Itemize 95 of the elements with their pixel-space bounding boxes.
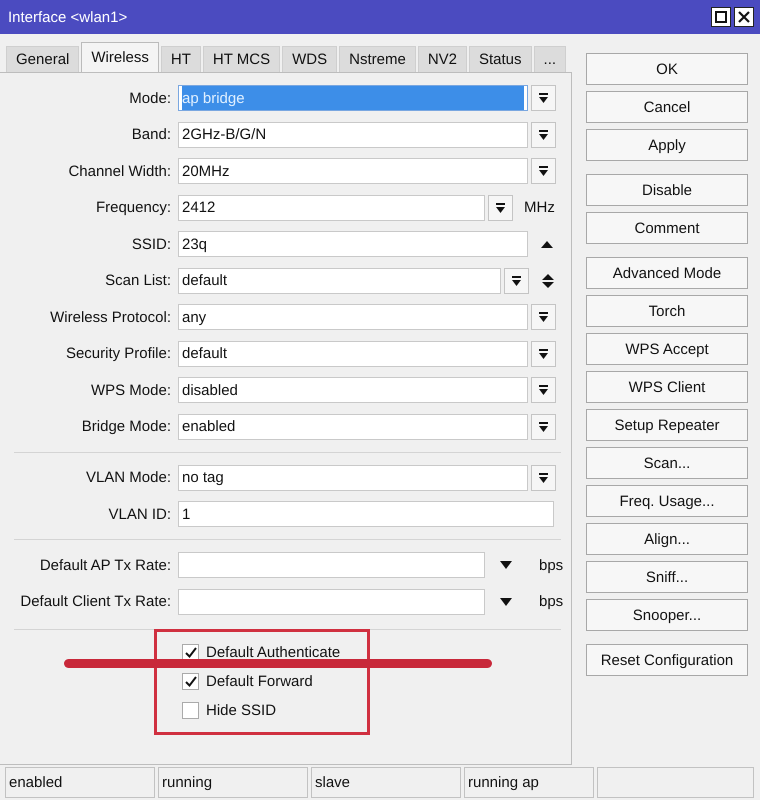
input-field[interactable] (178, 552, 485, 578)
dialog-button[interactable]: Disable (586, 174, 748, 206)
input-field[interactable]: any (178, 304, 528, 330)
dialog-button[interactable]: Advanced Mode (586, 257, 748, 289)
tab[interactable]: ... (534, 46, 566, 72)
close-button[interactable] (734, 7, 754, 27)
up-arrow-icon[interactable] (541, 240, 553, 248)
dropdown-button[interactable] (488, 194, 513, 220)
dialog-button[interactable]: Freq. Usage... (586, 485, 748, 517)
status-cell: running ap (464, 767, 594, 798)
field-label: VLAN Mode: (84, 469, 172, 486)
status-cell: running (158, 767, 308, 798)
field-label: Mode: (128, 90, 172, 106)
check-icon (184, 676, 196, 687)
dropdown-icon[interactable] (500, 561, 512, 569)
input-field[interactable]: 1 (178, 501, 554, 527)
close-icon (738, 11, 750, 23)
field-label: Default Client Tx Rate: (19, 593, 172, 610)
tab[interactable]: Wireless (81, 42, 159, 72)
field-label: Security Profile: (64, 345, 172, 362)
up-down-arrows-icon[interactable] (542, 272, 554, 288)
dropdown-icon (538, 420, 549, 432)
input-field[interactable]: disabled (178, 377, 528, 403)
dropdown-button[interactable] (531, 158, 556, 184)
checkbox[interactable] (182, 702, 199, 719)
unit-label: bps (539, 556, 564, 574)
field-label: Scan List: (104, 272, 172, 289)
dropdown-button[interactable] (531, 85, 556, 111)
tab[interactable]: NV2 (418, 46, 467, 72)
dialog-button[interactable]: WPS Client (586, 371, 748, 403)
dialog-button[interactable]: Comment (586, 212, 748, 244)
tab[interactable]: Nstreme (339, 46, 416, 72)
field-label: VLAN ID: (107, 506, 172, 522)
tab[interactable]: HT MCS (202, 46, 280, 72)
dialog-button[interactable]: Torch (586, 295, 748, 327)
tab[interactable]: General (6, 46, 80, 72)
dropdown-icon (538, 384, 549, 396)
dropdown-button[interactable] (531, 464, 556, 490)
check-icon (184, 647, 196, 658)
dropdown-button[interactable] (531, 340, 556, 366)
dropdown-icon (495, 202, 506, 214)
dialog-button[interactable]: Sniff... (586, 561, 748, 593)
checkbox-label: Default Forward (206, 673, 313, 690)
checkbox[interactable] (182, 673, 199, 690)
input-field[interactable] (178, 588, 485, 614)
tab[interactable]: WDS (282, 46, 338, 72)
field-label: Bridge Mode: (80, 418, 172, 435)
dropdown-button[interactable] (531, 304, 556, 330)
dialog-button[interactable]: OK (586, 53, 748, 85)
dialog-button[interactable]: Apply (586, 129, 748, 161)
dropdown-icon (538, 348, 549, 360)
field-label: WPS Mode: (90, 382, 172, 398)
dropdown-button[interactable] (531, 414, 556, 440)
dialog-button[interactable]: WPS Accept (586, 333, 748, 365)
tab[interactable]: Status (469, 46, 532, 72)
dialog-button[interactable]: Scan... (586, 447, 748, 479)
maximize-button[interactable] (711, 7, 731, 27)
tab[interactable]: HT (160, 46, 201, 72)
status-cell: slave (311, 767, 461, 798)
field-label: Channel Width: (67, 162, 172, 180)
input-field[interactable]: enabled (178, 414, 528, 440)
field-label: Band: (130, 126, 172, 143)
dropdown-icon (538, 311, 549, 323)
input-field[interactable]: no tag (178, 464, 528, 490)
dropdown-icon[interactable] (500, 598, 512, 606)
input-field[interactable]: default (178, 268, 501, 294)
dropdown-icon (538, 92, 549, 104)
dropdown-icon (511, 274, 522, 286)
window-title: Interface <wlan1> (8, 8, 128, 26)
dropdown-icon (538, 472, 549, 484)
dialog-button[interactable]: Align... (586, 523, 748, 555)
dropdown-button[interactable] (504, 268, 529, 294)
status-cell: enabled (5, 767, 155, 798)
square-icon (715, 11, 727, 23)
dropdown-icon (538, 128, 549, 140)
input-field[interactable]: 2412 (178, 194, 485, 220)
dialog-button[interactable]: Snooper... (586, 599, 748, 631)
input-field[interactable]: default (178, 340, 528, 366)
checkbox-label: Hide SSID (206, 702, 276, 719)
input-field[interactable]: 20MHz (178, 158, 528, 184)
field-label: Frequency: (94, 199, 172, 216)
unit-label: MHz (524, 199, 555, 216)
input-field[interactable]: 2GHz-B/G/N (178, 122, 528, 148)
dialog-button[interactable]: Reset Configuration (586, 644, 748, 676)
dropdown-button[interactable] (531, 122, 556, 148)
checkbox-label: Default Authenticate (206, 644, 340, 661)
unit-label: bps (539, 593, 564, 610)
field-label: SSID: (130, 236, 172, 252)
dialog-button[interactable]: Setup Repeater (586, 409, 748, 441)
field-label: Default AP Tx Rate: (38, 556, 172, 574)
field-label: Wireless Protocol: (49, 308, 172, 326)
dropdown-button[interactable] (531, 377, 556, 403)
dropdown-icon (538, 165, 549, 177)
input-field[interactable]: 23q (178, 231, 528, 257)
dialog-button[interactable]: Cancel (586, 91, 748, 123)
